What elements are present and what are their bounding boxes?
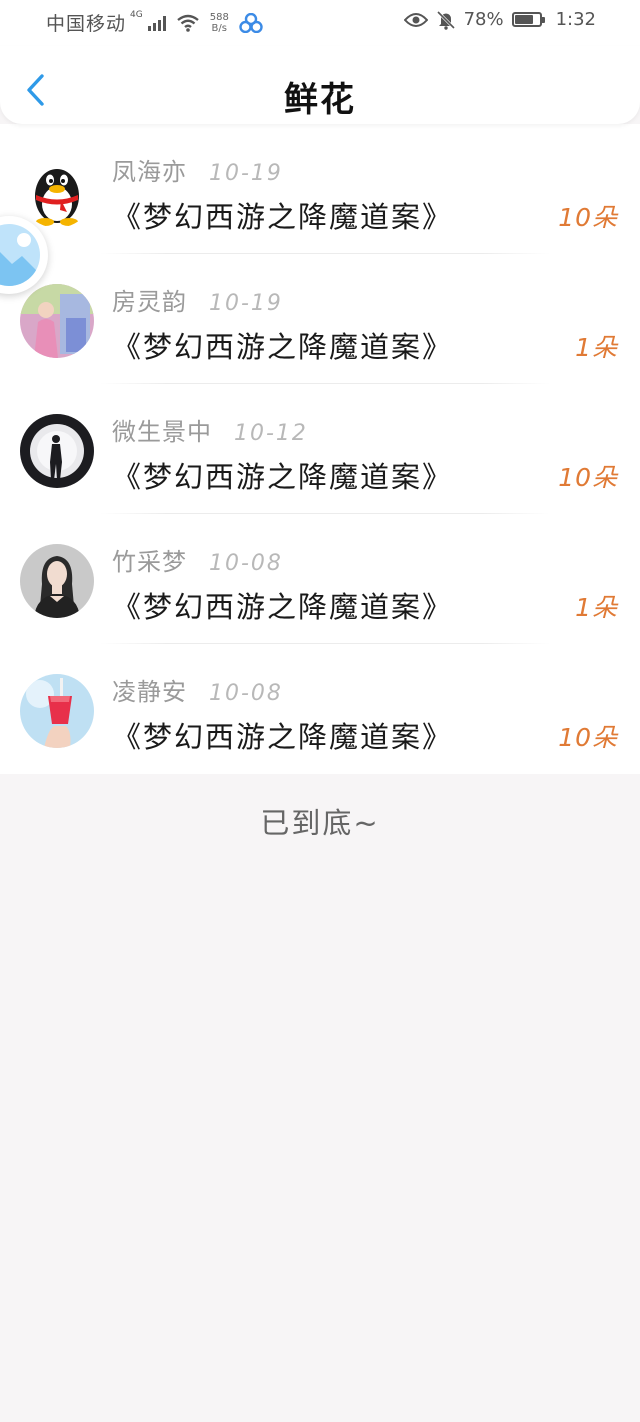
flower-count: 1朵 — [575, 593, 618, 622]
carrier-label: 中国移动 — [46, 13, 127, 35]
floating-assistant-icon — [0, 224, 40, 286]
status-bar: 中国移动 4G 588 B/s 78% 1:32 — [0, 0, 640, 46]
status-right: 78% 1:32 — [403, 9, 596, 30]
item-meta: 凌静安 10-08 — [112, 672, 283, 707]
battery-icon — [511, 12, 545, 27]
gift-date: 10-08 — [209, 551, 283, 576]
flower-count: 1朵 — [575, 333, 618, 362]
status-left: 中国移动 4G 588 B/s — [46, 9, 263, 36]
bell-off-icon — [436, 10, 455, 30]
flower-count: 10朵 — [558, 463, 618, 492]
list-item[interactable]: 凤海亦 10-19 《梦幻西游之降魔道案》 10朵 — [0, 124, 640, 254]
eye-icon — [403, 12, 428, 27]
end-of-list-text: 已到底~ — [260, 806, 380, 840]
net-speed-unit: B/s — [211, 22, 227, 34]
book-title: 《梦幻西游之降魔道案》 — [112, 720, 454, 754]
list-item[interactable]: 微生景中 10-12 《梦幻西游之降魔道案》 10朵 — [0, 384, 640, 514]
sender-name: 凤海亦 — [112, 158, 187, 186]
book-title: 《梦幻西游之降魔道案》 — [112, 590, 454, 624]
wifi-icon — [176, 14, 199, 32]
drink-avatar[interactable] — [20, 674, 94, 748]
silhouette-avatar[interactable] — [20, 414, 94, 488]
battery-percent: 78% — [463, 9, 504, 30]
book-title: 《梦幻西游之降魔道案》 — [112, 200, 454, 234]
network-type-label: 4G — [130, 9, 143, 20]
book-title: 《梦幻西游之降魔道案》 — [112, 460, 454, 494]
net-speed: 588 B/s — [210, 12, 229, 34]
list-item[interactable]: 凌静安 10-08 《梦幻西游之降魔道案》 10朵 — [0, 644, 640, 774]
photo-avatar[interactable] — [20, 284, 94, 358]
list-item[interactable]: 竹采梦 10-08 《梦幻西游之降魔道案》 1朵 — [0, 514, 640, 644]
gift-date: 10-19 — [209, 291, 283, 316]
flower-count: 10朵 — [558, 203, 618, 232]
penguin-avatar[interactable] — [20, 154, 94, 228]
portrait-avatar[interactable] — [20, 544, 94, 618]
clock: 1:32 — [555, 9, 596, 30]
sender-name: 凌静安 — [112, 678, 187, 706]
gift-list: 凤海亦 10-19 《梦幻西游之降魔道案》 10朵 房灵韵 10-19 《梦幻西… — [0, 124, 640, 774]
page-title: 鲜花 — [284, 80, 356, 120]
header: 鲜花 — [0, 46, 640, 124]
item-meta: 房灵韵 10-19 — [112, 282, 283, 317]
sender-name: 微生景中 — [112, 418, 212, 446]
sender-name: 竹采梦 — [112, 548, 187, 576]
flower-count: 10朵 — [558, 723, 618, 752]
signal-icon — [147, 15, 166, 31]
gift-date: 10-12 — [234, 421, 308, 446]
book-title: 《梦幻西游之降魔道案》 — [112, 330, 454, 364]
item-meta: 凤海亦 10-19 — [112, 152, 283, 187]
gift-date: 10-08 — [209, 681, 283, 706]
item-meta: 微生景中 10-12 — [112, 412, 308, 447]
battery-fill — [514, 15, 534, 24]
item-meta: 竹采梦 10-08 — [112, 542, 283, 577]
gift-date: 10-19 — [209, 161, 283, 186]
list-item[interactable]: 房灵韵 10-19 《梦幻西游之降魔道案》 1朵 — [0, 254, 640, 384]
sender-name: 房灵韵 — [112, 288, 187, 316]
app-notification-icon — [239, 12, 263, 33]
net-speed-value: 588 — [209, 11, 229, 23]
